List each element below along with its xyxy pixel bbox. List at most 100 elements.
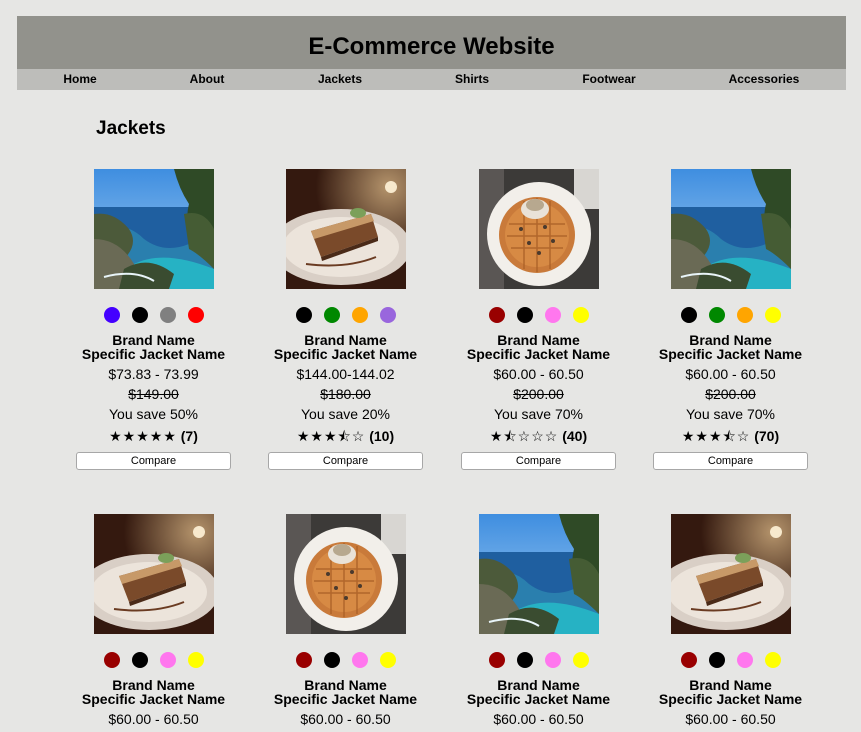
stars-icon: ★★★⯪☆ [296,428,366,444]
product-card[interactable]: Brand Name Specific Jacket Name $60.00 - 6… [461,169,616,470]
price-range: $60.00 - 60.50 [108,711,199,727]
product-image[interactable] [670,514,791,634]
coastline-photo [670,169,791,289]
color-swatch[interactable] [187,307,204,323]
price-range: $60.00 - 60.50 [300,711,391,727]
product-name[interactable]: Specific Jacket Name [268,347,423,361]
price-range: $60.00 - 60.50 [685,366,776,382]
nav-footwear[interactable]: Footwear [582,72,635,86]
color-swatch[interactable] [488,652,505,668]
color-swatch[interactable] [680,652,697,668]
color-swatch[interactable] [187,652,204,668]
product-card[interactable]: Brand Name Specific Jacket Name $60.00 - 6… [76,514,231,726]
product-image[interactable] [93,169,214,289]
color-swatch[interactable] [488,307,505,323]
compare-button[interactable]: Compare [268,452,423,470]
price-range: $60.00 - 60.50 [493,711,584,727]
star-rating: ★★★⯪☆ (10) [268,429,423,443]
product-card[interactable]: Brand Name Specific Jacket Name $73.83 - 7… [76,169,231,470]
color-swatch[interactable] [351,307,368,323]
brand-name: Brand Name [304,332,387,348]
savings-text: You save 20% [301,406,390,422]
review-count: (40) [562,428,588,444]
product-image[interactable] [285,169,406,289]
main-nav: Home About Jackets Shirts Footwear Acces… [17,69,846,90]
compare-button[interactable]: Compare [653,452,808,470]
color-swatch[interactable] [516,652,533,668]
brand-name: Brand Name [112,332,195,348]
site-title: E-Commerce Website [308,32,555,60]
coastline-photo [478,514,599,634]
color-swatch[interactable] [379,307,396,323]
color-swatch[interactable] [351,652,368,668]
price-range: $73.83 - 73.99 [108,366,199,382]
color-swatch[interactable] [295,652,312,668]
color-swatch[interactable] [131,652,148,668]
product-card[interactable]: Brand Name Specific Jacket Name $60.00 - 6… [268,514,423,726]
brand-name: Brand Name [497,332,580,348]
original-price: $149.00 [128,386,179,402]
color-swatch[interactable] [103,652,120,668]
section-title: Jackets [96,118,166,139]
product-image[interactable] [93,514,214,634]
star-rating: ★⯪☆☆☆ (40) [461,429,616,443]
color-swatch[interactable] [708,652,725,668]
nav-accessories[interactable]: Accessories [729,72,800,86]
product-image[interactable] [478,169,599,289]
price-range: $60.00 - 60.50 [493,366,584,382]
color-swatches [653,652,808,668]
compare-button[interactable]: Compare [76,452,231,470]
nav-home[interactable]: Home [63,72,96,86]
color-swatch[interactable] [736,652,753,668]
product-image[interactable] [478,514,599,634]
product-name[interactable]: Specific Jacket Name [76,692,231,706]
product-card[interactable]: Brand Name Specific Jacket Name $60.00 - 6… [461,514,616,726]
coastline-photo [93,169,214,289]
review-count: (7) [180,428,198,444]
product-image[interactable] [670,169,791,289]
color-swatch[interactable] [323,307,340,323]
color-swatch[interactable] [708,307,725,323]
color-swatch[interactable] [572,652,589,668]
nav-about[interactable]: About [190,72,225,86]
nav-jackets[interactable]: Jackets [318,72,362,86]
product-name[interactable]: Specific Jacket Name [461,347,616,361]
product-card[interactable]: Brand Name Specific Jacket Name $144.00-14… [268,169,423,470]
color-swatch[interactable] [131,307,148,323]
product-name[interactable]: Specific Jacket Name [76,347,231,361]
color-swatch[interactable] [159,652,176,668]
compare-button[interactable]: Compare [461,452,616,470]
color-swatch[interactable] [736,307,753,323]
savings-text: You save 70% [494,406,583,422]
review-count: (70) [754,428,780,444]
color-swatch[interactable] [544,307,561,323]
product-name[interactable]: Specific Jacket Name [268,692,423,706]
product-name[interactable]: Specific Jacket Name [461,692,616,706]
brand-name: Brand Name [304,677,387,693]
color-swatch[interactable] [103,307,120,323]
star-rating: ★★★⯪☆ (70) [653,429,808,443]
site-header: E-Commerce Website [17,16,846,69]
color-swatch[interactable] [572,307,589,323]
nav-shirts[interactable]: Shirts [455,72,489,86]
product-name[interactable]: Specific Jacket Name [653,347,808,361]
color-swatch[interactable] [544,652,561,668]
color-swatch[interactable] [379,652,396,668]
color-swatch[interactable] [764,307,781,323]
stars-icon: ★★★★★ [109,428,177,444]
color-swatch[interactable] [516,307,533,323]
product-name[interactable]: Specific Jacket Name [653,692,808,706]
product-image[interactable] [285,514,406,634]
product-card[interactable]: Brand Name Specific Jacket Name $60.00 - 6… [653,514,808,726]
product-card[interactable]: Brand Name Specific Jacket Name $60.00 - 6… [653,169,808,470]
original-price: $180.00 [320,386,371,402]
star-rating: ★★★★★ (7) [76,429,231,443]
color-swatch[interactable] [159,307,176,323]
brand-name: Brand Name [689,677,772,693]
color-swatch[interactable] [764,652,781,668]
waffle-photo [285,514,406,634]
brand-name: Brand Name [112,677,195,693]
color-swatch[interactable] [323,652,340,668]
color-swatch[interactable] [295,307,312,323]
color-swatch[interactable] [680,307,697,323]
